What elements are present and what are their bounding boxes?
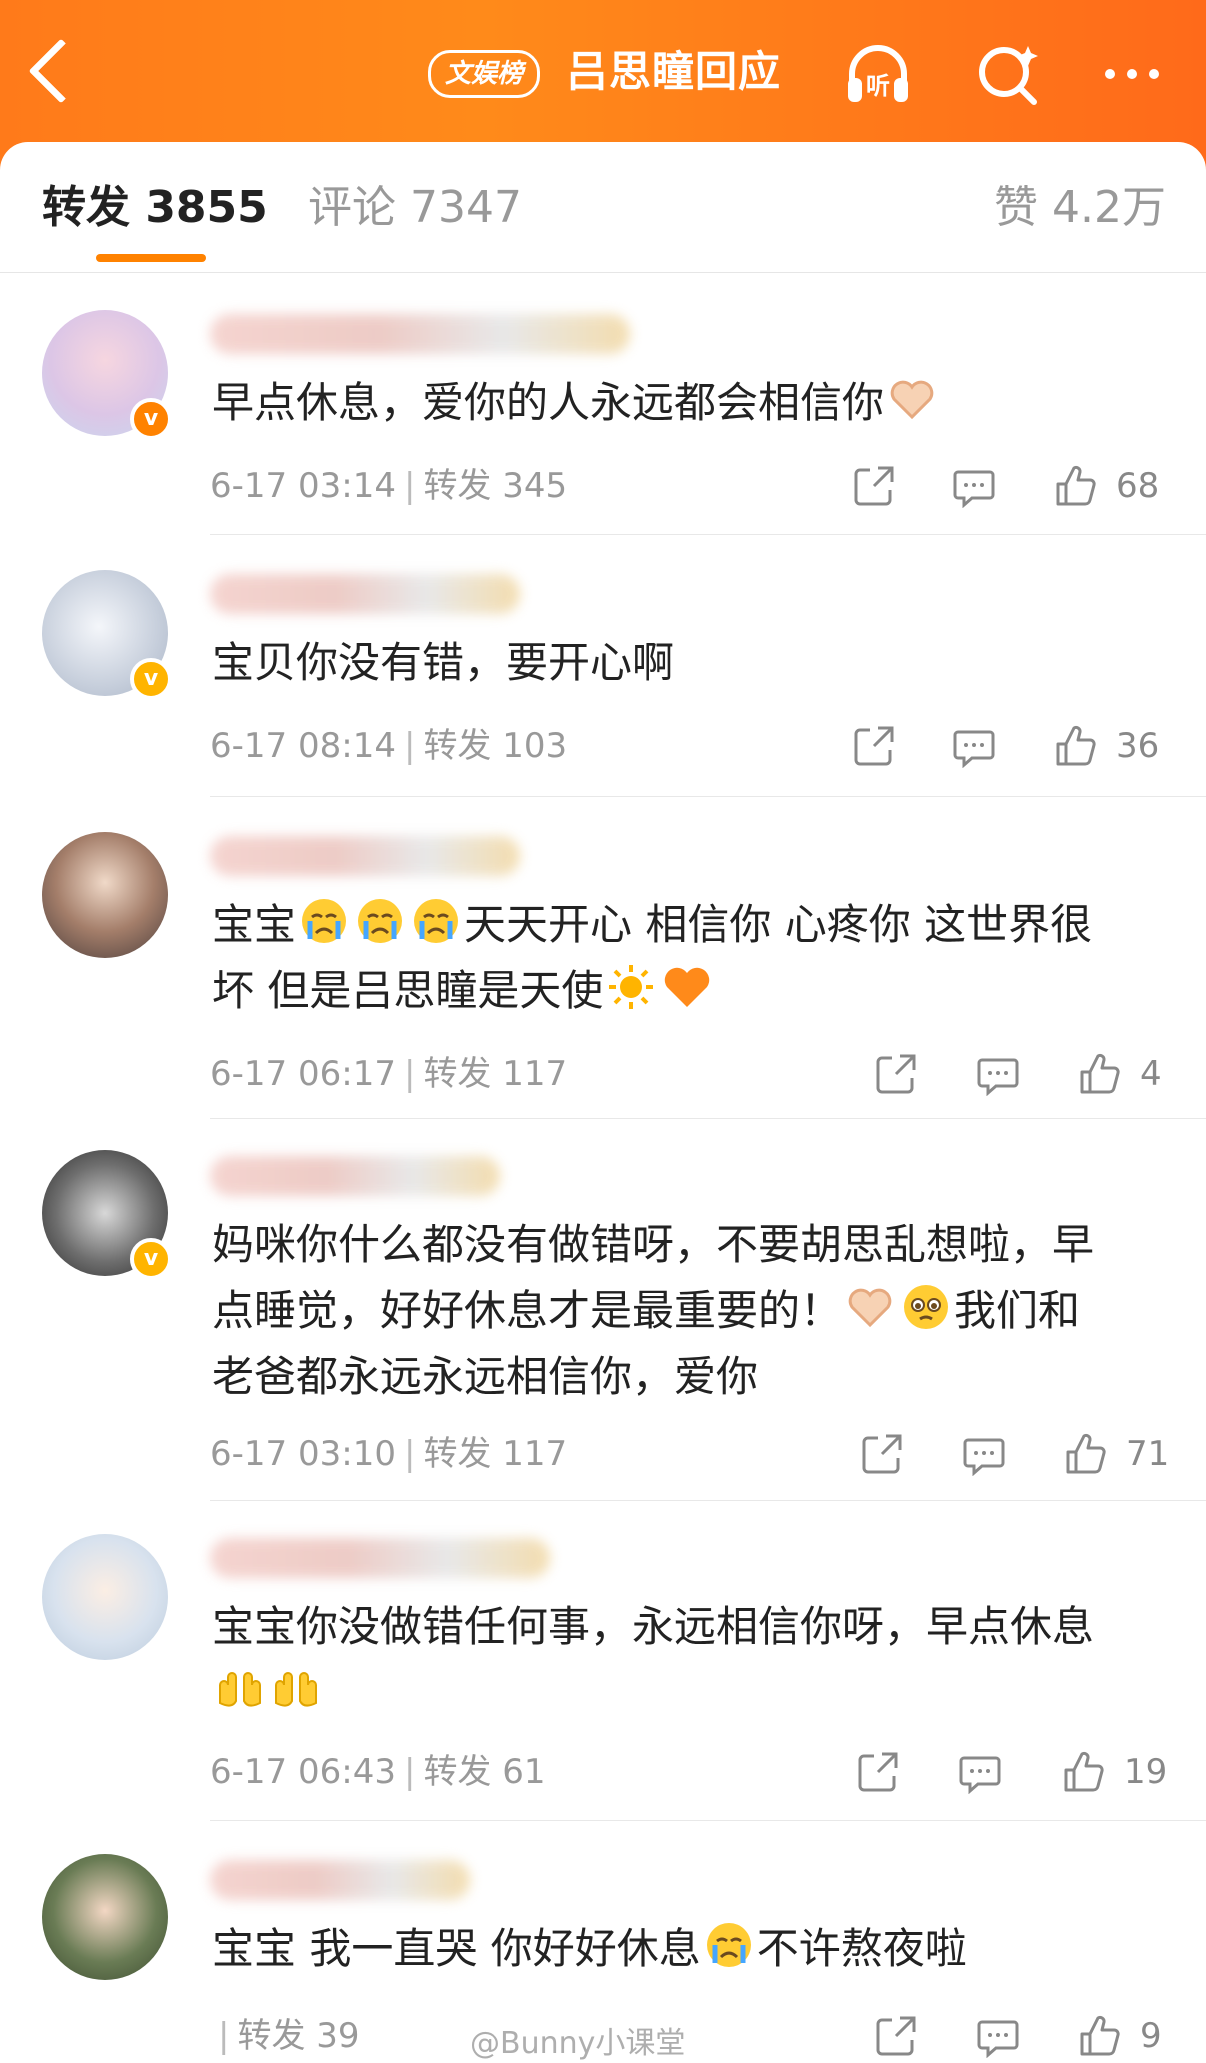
share-icon[interactable] bbox=[852, 724, 896, 768]
like-count: 4 bbox=[1140, 1054, 1162, 1094]
watermark: @Bunny小课堂 bbox=[470, 2026, 686, 2061]
like-thumb-icon[interactable] bbox=[1054, 464, 1098, 508]
comment-date: 6-17 08:14 bbox=[210, 726, 396, 766]
blurred-username bbox=[210, 1860, 470, 1900]
more-options-icon[interactable] bbox=[1096, 38, 1168, 110]
page-title: 吕思瞳回应 bbox=[566, 47, 782, 96]
comment-meta: 6-17 06:43 | 转发 61 bbox=[210, 1752, 546, 1792]
heart-hands-emoji-icon bbox=[848, 1288, 892, 1328]
comment-meta: 6-17 03:14 | 转发 345 bbox=[210, 466, 568, 506]
comment-icon[interactable] bbox=[958, 1750, 1002, 1794]
like-thumb-icon[interactable] bbox=[1054, 724, 1098, 768]
svg-text:听: 听 bbox=[866, 72, 890, 100]
back-arrow-icon[interactable] bbox=[28, 38, 94, 104]
repost-count: 转发 117 bbox=[423, 1054, 568, 1094]
crying-face-emoji-icon bbox=[302, 899, 347, 943]
blurred-username bbox=[210, 836, 520, 876]
divider bbox=[210, 1820, 1206, 1821]
avatar[interactable]: v bbox=[42, 310, 172, 440]
avatar[interactable]: v bbox=[42, 570, 172, 700]
like-count: 19 bbox=[1124, 1752, 1168, 1792]
crying-face-emoji-icon bbox=[414, 899, 459, 943]
crying-face-emoji-icon bbox=[706, 1923, 751, 1967]
active-tab-underline bbox=[96, 254, 206, 262]
like-thumb-icon[interactable] bbox=[1064, 1432, 1108, 1476]
share-icon[interactable] bbox=[874, 1052, 918, 1096]
tab-comment[interactable]: 评论 7347 bbox=[308, 180, 522, 236]
comment-date: 6-17 06:43 bbox=[210, 1752, 396, 1792]
like-count: 68 bbox=[1116, 466, 1160, 506]
pleading-face-emoji-icon bbox=[904, 1285, 949, 1329]
like-count: 36 bbox=[1116, 726, 1160, 766]
comment-text: 妈咪你什么都没有做错呀，不要胡思乱想啦，早 点睡觉，好好休息才是最重要的！ 我们和老… bbox=[212, 1220, 1095, 1401]
crying-face-emoji-icon bbox=[358, 899, 403, 943]
comment-icon[interactable] bbox=[952, 464, 996, 508]
divider bbox=[210, 534, 1206, 535]
repost-count: 转发 117 bbox=[423, 1434, 568, 1474]
like-thumb-icon[interactable] bbox=[1078, 1052, 1122, 1096]
divider bbox=[210, 796, 1206, 797]
comment-icon[interactable] bbox=[962, 1432, 1006, 1476]
entertainment-list-badge[interactable]: 文娱榜 bbox=[428, 50, 541, 98]
share-icon[interactable] bbox=[856, 1750, 900, 1794]
comment-meta: | 转发 39 bbox=[218, 2016, 360, 2056]
avatar[interactable]: v bbox=[42, 1150, 172, 1280]
heart-hands-emoji-icon bbox=[890, 380, 934, 420]
comment-icon[interactable] bbox=[976, 2014, 1020, 2058]
blurred-username bbox=[210, 574, 520, 614]
like-count: 9 bbox=[1140, 2016, 1162, 2056]
comment-meta: 6-17 08:14 | 转发 103 bbox=[210, 726, 568, 766]
comment-text: 宝宝 天天开心 相信你 心疼你 这世界很坏 但是吕思瞳是天使 bbox=[212, 892, 1172, 1024]
verified-badge-icon: v bbox=[130, 658, 172, 700]
like-thumb-icon[interactable] bbox=[1078, 2014, 1122, 2058]
repost-count: 转发 61 bbox=[423, 1752, 546, 1792]
avatar[interactable] bbox=[42, 1534, 168, 1660]
comment-icon[interactable] bbox=[952, 724, 996, 768]
orange-heart-emoji-icon bbox=[665, 967, 710, 1007]
avatar[interactable] bbox=[42, 832, 168, 958]
divider bbox=[210, 1118, 1206, 1119]
repost-count: 转发 345 bbox=[423, 466, 568, 506]
blurred-username bbox=[210, 1156, 500, 1196]
sun-emoji-icon bbox=[609, 965, 654, 1009]
verified-badge-icon: v bbox=[130, 1238, 172, 1280]
repost-count: 转发 103 bbox=[423, 726, 568, 766]
blurred-username bbox=[210, 314, 630, 354]
avatar[interactable] bbox=[42, 1854, 168, 1980]
comment-meta: 6-17 06:17 | 转发 117 bbox=[210, 1054, 568, 1094]
comment-text: 宝贝你没有错，要开心啊 bbox=[212, 638, 675, 687]
share-icon[interactable] bbox=[852, 464, 896, 508]
listen-headphones-icon[interactable]: 听 bbox=[842, 38, 914, 110]
share-icon[interactable] bbox=[860, 1432, 904, 1476]
verified-badge-icon: v bbox=[130, 398, 172, 440]
blurred-username bbox=[210, 1538, 550, 1578]
tab-repost[interactable]: 转发 3855 bbox=[42, 180, 268, 236]
comment-date: 6-17 03:10 bbox=[210, 1434, 396, 1474]
comment-meta: 6-17 03:10 | 转发 117 bbox=[210, 1434, 568, 1474]
comment-text: 宝宝 我一直哭 你好好休息 不许熬夜啦 bbox=[212, 1916, 1172, 1982]
share-icon[interactable] bbox=[874, 2014, 918, 2058]
like-thumb-icon[interactable] bbox=[1062, 1750, 1106, 1794]
tab-bar: 转发 3855 评论 7347 赞 4.2万 bbox=[0, 142, 1206, 273]
comment-text: 早点休息，爱你的人永远都会相信你 bbox=[212, 370, 1172, 436]
open-hands-emoji-icon bbox=[219, 1672, 261, 1707]
repost-count: 转发 39 bbox=[237, 2016, 360, 2056]
open-hands-emoji-icon bbox=[275, 1672, 317, 1707]
tab-like[interactable]: 赞 4.2万 bbox=[994, 180, 1166, 236]
divider bbox=[210, 1500, 1206, 1501]
search-icon[interactable] bbox=[972, 38, 1044, 110]
comment-text: 宝宝你没做错任何事，永远相信你呀，早点休息 bbox=[212, 1594, 1172, 1726]
comment-icon[interactable] bbox=[976, 1052, 1020, 1096]
comment-date: 6-17 03:14 bbox=[210, 466, 396, 506]
comment-date: 6-17 06:17 bbox=[210, 1054, 396, 1094]
like-count: 71 bbox=[1126, 1434, 1170, 1474]
